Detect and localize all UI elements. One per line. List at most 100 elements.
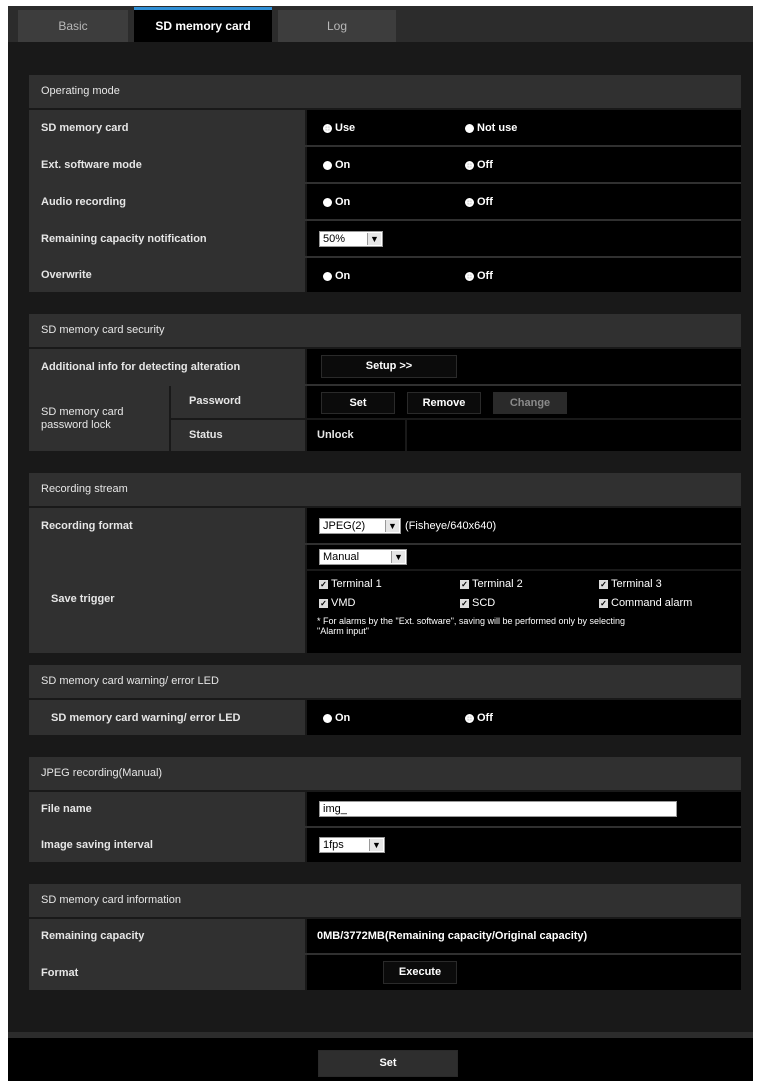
row-label: Remaining capacity bbox=[29, 919, 305, 953]
remaining-capacity-row: Remaining capacity notification 50% ▼ bbox=[29, 221, 741, 256]
chevron-down-icon: ▼ bbox=[385, 520, 399, 532]
check-icon: ✓ bbox=[599, 579, 608, 589]
tab-sd-memory-card[interactable]: SD memory card bbox=[134, 7, 272, 45]
row-label: Image saving interval bbox=[29, 828, 305, 862]
section-title: SD memory card information bbox=[29, 884, 741, 919]
image-saving-interval-select[interactable]: 1fps ▼ bbox=[319, 837, 385, 853]
security-section: SD memory card security Additional info … bbox=[29, 314, 741, 451]
audio-recording-row: Audio recording On Off bbox=[29, 184, 741, 219]
sd-card-information-section: SD memory card information Remaining cap… bbox=[29, 884, 741, 990]
sd-memory-card-row: SD memory card Use Not use bbox=[29, 110, 741, 145]
footer-divider bbox=[8, 1032, 753, 1038]
section-title: JPEG recording(Manual) bbox=[29, 757, 741, 792]
execute-format-button[interactable]: Execute bbox=[383, 961, 457, 984]
section-title: SD memory card security bbox=[29, 314, 741, 349]
led-row: SD memory card warning/ error LED On Off bbox=[29, 700, 741, 735]
format-row: Format Execute bbox=[29, 955, 741, 990]
ext-software-mode-row: Ext. software mode On Off bbox=[29, 147, 741, 182]
checkbox-terminal-2[interactable]: ✓ Terminal 2 bbox=[460, 578, 523, 590]
settings-window: Basic SD memory card Log Operating mode … bbox=[8, 6, 753, 1081]
row-label: Additional info for detecting alteration bbox=[29, 349, 305, 384]
check-icon: ✓ bbox=[599, 598, 608, 608]
chevron-down-icon: ▼ bbox=[367, 233, 381, 245]
row-label: SD memory card password lock bbox=[29, 386, 169, 451]
remove-password-button[interactable]: Remove bbox=[407, 392, 481, 414]
row-label: Audio recording bbox=[29, 184, 305, 219]
row-label: SD memory card warning/ error LED bbox=[29, 700, 305, 735]
check-icon: ✓ bbox=[319, 598, 328, 608]
radio-on[interactable]: On bbox=[323, 159, 350, 171]
remaining-capacity-select[interactable]: 50% ▼ bbox=[319, 231, 383, 247]
status-label: Status bbox=[189, 429, 223, 441]
radio-on[interactable]: On bbox=[323, 270, 350, 282]
status-value: Unlock bbox=[317, 429, 354, 441]
trigger-note: * For alarms by the "Ext. software", sav… bbox=[317, 616, 626, 636]
radio-off[interactable]: Off bbox=[465, 159, 493, 171]
radio-use[interactable]: Use bbox=[323, 122, 355, 134]
image-saving-interval-row: Image saving interval 1fps ▼ bbox=[29, 828, 741, 862]
recording-stream-section: Recording stream Recording format JPEG(2… bbox=[29, 473, 741, 653]
checkbox-scd[interactable]: ✓ SCD bbox=[460, 597, 495, 609]
radio-selected-icon bbox=[465, 271, 474, 281]
footer: Set bbox=[8, 1032, 753, 1081]
radio-on[interactable]: On bbox=[323, 712, 350, 724]
tab-log[interactable]: Log bbox=[278, 10, 396, 42]
main-content: Operating mode SD memory card Use Not us… bbox=[8, 42, 753, 1032]
save-trigger-select[interactable]: Manual ▼ bbox=[319, 549, 407, 565]
remaining-capacity-value: 0MB/3772MB(Remaining capacity/Original c… bbox=[317, 930, 588, 942]
setup-button[interactable]: Setup >> bbox=[321, 355, 457, 378]
row-label: File name bbox=[29, 792, 305, 826]
radio-off[interactable]: Off bbox=[465, 270, 493, 282]
file-name-row: File name img_ bbox=[29, 792, 741, 826]
checkbox-command-alarm[interactable]: ✓ Command alarm bbox=[599, 597, 692, 609]
radio-selected-icon bbox=[465, 160, 474, 170]
operating-mode-section: Operating mode SD memory card Use Not us… bbox=[29, 75, 741, 292]
led-section: SD memory card warning/ error LED SD mem… bbox=[29, 665, 741, 735]
radio-unselected-icon bbox=[323, 197, 332, 207]
file-name-input[interactable]: img_ bbox=[319, 801, 677, 817]
checkbox-terminal-3[interactable]: ✓ Terminal 3 bbox=[599, 578, 662, 590]
radio-off[interactable]: Off bbox=[465, 712, 493, 724]
checkbox-terminal-1[interactable]: ✓ Terminal 1 bbox=[319, 578, 382, 590]
section-title: Operating mode bbox=[29, 75, 741, 110]
chevron-down-icon: ▼ bbox=[391, 551, 405, 563]
radio-not-use[interactable]: Not use bbox=[465, 122, 517, 134]
password-lock-row: SD memory card password lock Password St… bbox=[29, 386, 741, 451]
radio-selected-icon bbox=[465, 713, 474, 723]
checkbox-vmd[interactable]: ✓ VMD bbox=[319, 597, 355, 609]
check-icon: ✓ bbox=[460, 579, 469, 589]
change-password-button[interactable]: Change bbox=[493, 392, 567, 414]
radio-on[interactable]: On bbox=[323, 196, 350, 208]
alteration-row: Additional info for detecting alteration… bbox=[29, 349, 741, 384]
format-note: (Fisheye/640x640) bbox=[405, 520, 497, 532]
set-button[interactable]: Set bbox=[318, 1050, 458, 1077]
row-label: Overwrite bbox=[29, 258, 305, 292]
recording-format-select[interactable]: JPEG(2) ▼ bbox=[319, 518, 401, 534]
remaining-capacity-info-row: Remaining capacity 0MB/3772MB(Remaining … bbox=[29, 919, 741, 953]
check-icon: ✓ bbox=[460, 598, 469, 608]
recording-format-row: Recording format JPEG(2) ▼ (Fisheye/640x6… bbox=[29, 508, 741, 543]
radio-selected-icon bbox=[465, 197, 474, 207]
row-label: Save trigger bbox=[29, 545, 305, 653]
set-password-button[interactable]: Set bbox=[321, 392, 395, 414]
row-label: Remaining capacity notification bbox=[29, 221, 305, 256]
overwrite-row: Overwrite On Off bbox=[29, 258, 741, 292]
radio-unselected-icon bbox=[323, 271, 332, 281]
password-label: Password bbox=[189, 395, 241, 407]
section-title: Recording stream bbox=[29, 473, 741, 508]
row-label: Recording format bbox=[29, 508, 305, 543]
row-label: SD memory card bbox=[29, 110, 305, 145]
radio-off[interactable]: Off bbox=[465, 196, 493, 208]
radio-selected-icon bbox=[323, 123, 332, 133]
jpeg-recording-section: JPEG recording(Manual) File name img_ Im… bbox=[29, 757, 741, 862]
check-icon: ✓ bbox=[319, 579, 328, 589]
tab-basic[interactable]: Basic bbox=[18, 10, 128, 42]
row-label: Ext. software mode bbox=[29, 147, 305, 182]
save-trigger-row: Save trigger Manual ▼ ✓ Terminal 1 ✓ Termin… bbox=[29, 545, 741, 653]
section-title: SD memory card warning/ error LED bbox=[29, 665, 741, 700]
chevron-down-icon: ▼ bbox=[369, 839, 383, 851]
radio-unselected-icon bbox=[323, 713, 332, 723]
row-label: Format bbox=[29, 955, 305, 990]
radio-unselected-icon bbox=[465, 123, 474, 133]
radio-unselected-icon bbox=[323, 160, 332, 170]
